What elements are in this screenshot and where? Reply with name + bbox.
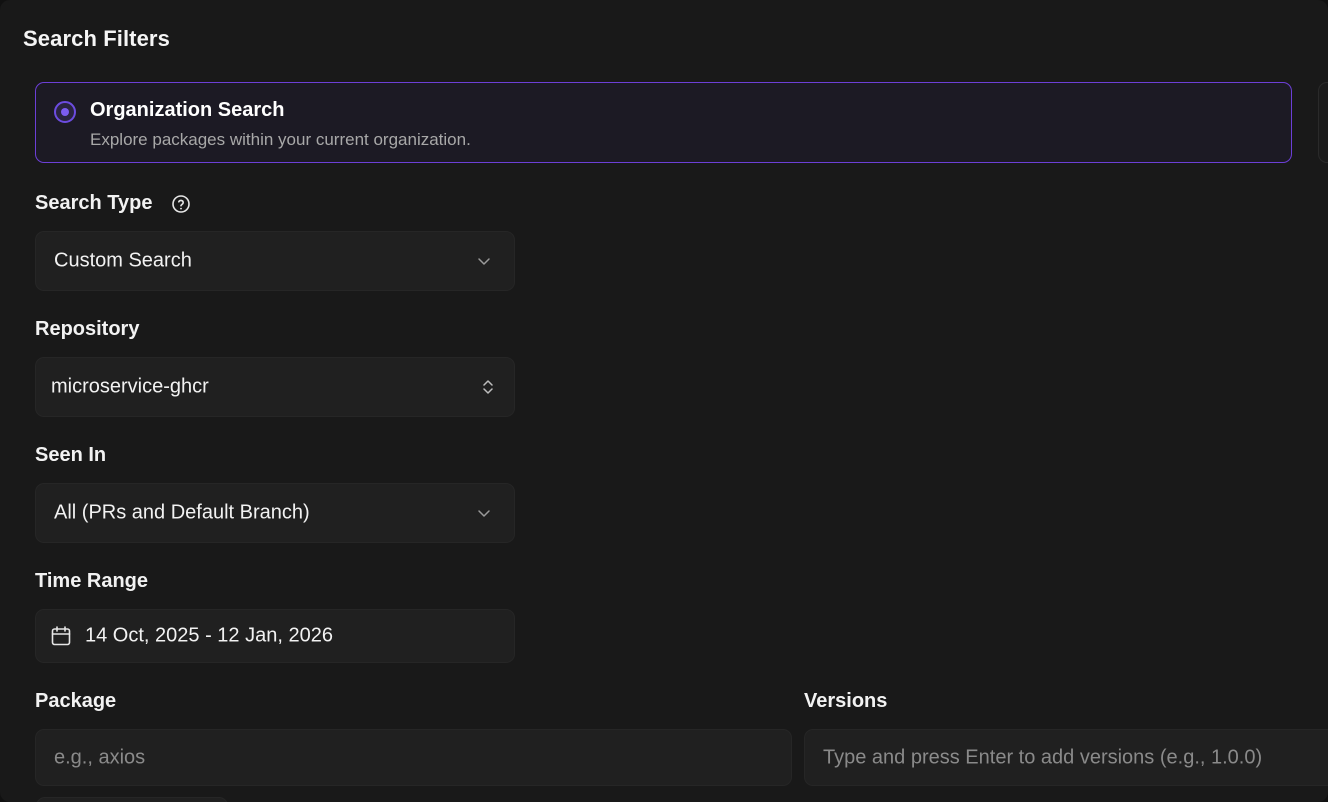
search-filters-panel: Search Filters Organization Search Explo… (0, 0, 1328, 802)
time-range-label: Time Range (35, 570, 148, 592)
search-type-value: Custom Search (54, 249, 192, 272)
time-range-value: 14 Oct, 2025 - 12 Jan, 2026 (85, 624, 333, 647)
chevron-up-down-icon (483, 380, 493, 394)
repository-label: Repository (35, 318, 140, 340)
chevron-down-icon (478, 258, 490, 265)
next-search-option[interactable] (1318, 82, 1328, 163)
versions-placeholder: Type and press Enter to add versions (e.… (823, 746, 1263, 768)
versions-label: Versions (804, 690, 888, 712)
option-description: Explore packages within your current org… (90, 130, 471, 149)
repository-value: microservice-ghcr (51, 375, 209, 398)
option-title: Organization Search (90, 99, 285, 121)
help-circle-icon[interactable] (171, 194, 191, 214)
seen-in-value: All (PRs and Default Branch) (54, 501, 310, 524)
partial-control[interactable] (36, 797, 228, 802)
package-label: Package (35, 690, 117, 712)
seen-in-select[interactable]: All (PRs and Default Branch) (35, 483, 515, 543)
search-type-select[interactable]: Custom Search (35, 231, 515, 291)
search-type-label: Search Type (35, 192, 153, 214)
chevron-down-icon (478, 510, 490, 517)
package-input[interactable]: e.g., axios (35, 729, 792, 786)
panel-title: Search Filters (23, 26, 170, 51)
calendar-icon (51, 626, 71, 646)
organization-search-option[interactable]: Organization Search Explore packages wit… (35, 82, 1292, 163)
organization-search-radio[interactable] (54, 101, 76, 123)
repository-combobox[interactable]: microservice-ghcr (35, 357, 515, 417)
time-range-picker[interactable]: 14 Oct, 2025 - 12 Jan, 2026 (35, 609, 515, 663)
seen-in-label: Seen In (35, 444, 107, 466)
versions-input[interactable]: Type and press Enter to add versions (e.… (804, 729, 1328, 786)
package-placeholder: e.g., axios (54, 746, 146, 768)
